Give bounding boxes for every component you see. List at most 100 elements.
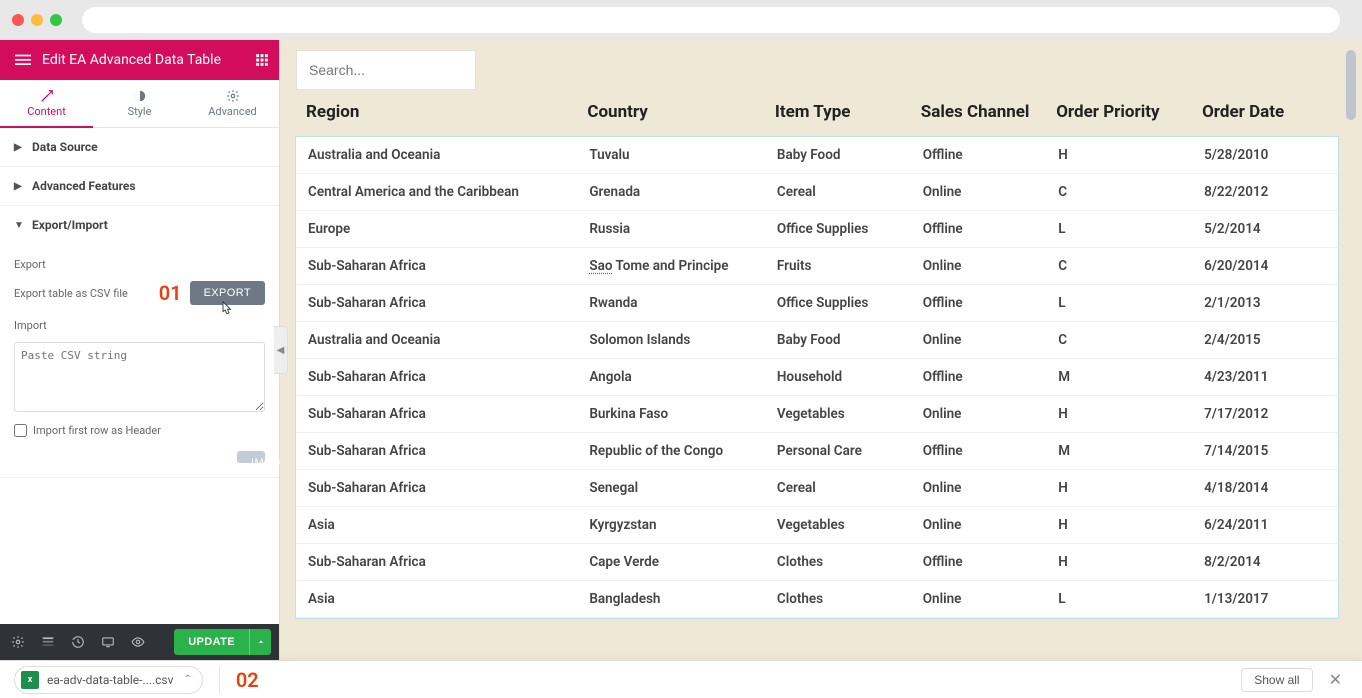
scrollbar-thumb[interactable] (1346, 50, 1356, 120)
tab-style[interactable]: Style (93, 80, 186, 127)
accordion-toggle-data-source[interactable]: ▶ Data Source (0, 128, 279, 166)
data-table-wrap: Region Country Item Type Sales Channel O… (296, 90, 1338, 618)
menu-icon[interactable] (10, 52, 36, 68)
cell-region: Asia (296, 507, 577, 544)
cell-country: Senegal (577, 470, 765, 507)
collapse-sidebar-handle[interactable]: ◀ (274, 326, 288, 374)
cell-item-type: Office Supplies (765, 285, 911, 322)
download-chip[interactable]: x ea-adv-data-table-....csv ⌃ (14, 666, 203, 694)
accordion-toggle-export-import[interactable]: ▼ Export/Import (0, 206, 279, 244)
close-window-button[interactable] (12, 14, 24, 26)
table-row[interactable]: EuropeRussiaOffice SuppliesOfflineL5/2/2… (296, 211, 1338, 248)
cell-country: Republic of the Congo (577, 433, 765, 470)
import-header-checkbox-row[interactable]: Import first row as Header (14, 424, 265, 437)
export-button[interactable]: EXPORT (190, 281, 265, 305)
cell-item-type: Fruits (765, 248, 911, 285)
cell-country: Cape Verde (577, 544, 765, 581)
cell-order-date: 4/23/2011 (1192, 359, 1338, 396)
accordion-data-source: ▶ Data Source (0, 128, 279, 167)
accordion-toggle-advanced-features[interactable]: ▶ Advanced Features (0, 167, 279, 205)
cell-item-type: Personal Care (765, 433, 911, 470)
update-button[interactable]: UPDATE (174, 629, 249, 655)
cell-country: Kyrgyzstan (577, 507, 765, 544)
history-icon[interactable] (68, 632, 88, 652)
cell-item-type: Baby Food (765, 137, 911, 174)
search-input[interactable] (309, 62, 463, 78)
accordion-label: Export/Import (32, 218, 108, 232)
accordion-label: Data Source (32, 140, 98, 154)
cell-country: Sao Tome and Principe (577, 248, 765, 285)
cell-country: Bangladesh (577, 581, 765, 618)
col-header-region[interactable]: Region (296, 90, 577, 137)
url-bar[interactable] (82, 7, 1340, 33)
table-row[interactable]: Australia and OceaniaSolomon IslandsBaby… (296, 322, 1338, 359)
table-row[interactable]: AsiaBangladeshClothesOnlineL1/13/2017 (296, 581, 1338, 618)
table-row[interactable]: Sub-Saharan AfricaSenegalCerealOnlineH4/… (296, 470, 1338, 507)
update-options-button[interactable] (249, 629, 271, 655)
export-hint: Export table as CSV file (14, 287, 128, 300)
cell-item-type: Clothes (765, 581, 911, 618)
import-heading: Import (14, 319, 265, 332)
col-header-order-priority[interactable]: Order Priority (1046, 90, 1192, 137)
cell-order-priority: H (1046, 507, 1192, 544)
tab-content[interactable]: Content (0, 80, 93, 127)
cell-order-priority: H (1046, 137, 1192, 174)
cell-item-type: Office Supplies (765, 211, 911, 248)
cell-sales-channel: Online (911, 248, 1046, 285)
navigator-icon[interactable] (38, 632, 58, 652)
settings-icon[interactable] (8, 632, 28, 652)
window-controls (12, 14, 62, 26)
cell-order-date: 5/28/2010 (1192, 137, 1338, 174)
tab-advanced[interactable]: Advanced (186, 80, 279, 127)
chevron-up-icon: ⌃ (183, 674, 191, 685)
close-download-bar-button[interactable]: ✕ (1323, 666, 1348, 693)
table-row[interactable]: Sub-Saharan AfricaRepublic of the CongoP… (296, 433, 1338, 470)
cell-sales-channel: Offline (911, 285, 1046, 322)
import-csv-textarea[interactable] (14, 342, 265, 412)
cell-order-date: 4/18/2014 (1192, 470, 1338, 507)
col-header-country[interactable]: Country (577, 90, 765, 137)
cell-item-type: Clothes (765, 544, 911, 581)
responsive-icon[interactable] (98, 632, 118, 652)
cell-sales-channel: Offline (911, 137, 1046, 174)
table-search-box[interactable] (296, 50, 476, 90)
tab-label: Style (128, 105, 152, 118)
cell-item-type: Cereal (765, 174, 911, 211)
chevron-down-icon: ▼ (14, 220, 24, 231)
table-row[interactable]: Sub-Saharan AfricaAngolaHouseholdOffline… (296, 359, 1338, 396)
apps-grid-icon[interactable] (243, 53, 269, 67)
download-filename: ea-adv-data-table-....csv (47, 673, 173, 687)
import-header-checkbox[interactable] (14, 424, 27, 437)
divider (219, 667, 220, 693)
col-header-order-date[interactable]: Order Date (1192, 90, 1338, 137)
table-row[interactable]: Central America and the CaribbeanGrenada… (296, 174, 1338, 211)
chevron-right-icon: ▶ (14, 142, 24, 153)
import-button[interactable]: IMPORT (237, 451, 265, 463)
cell-region: Sub-Saharan Africa (296, 396, 577, 433)
cell-country: Tuvalu (577, 137, 765, 174)
cell-item-type: Baby Food (765, 322, 911, 359)
cell-country: Solomon Islands (577, 322, 765, 359)
cell-country: Burkina Faso (577, 396, 765, 433)
table-row[interactable]: Sub-Saharan AfricaSao Tome and PrincipeF… (296, 248, 1338, 285)
table-row[interactable]: Australia and OceaniaTuvaluBaby FoodOffl… (296, 137, 1338, 174)
show-all-downloads-button[interactable]: Show all (1241, 668, 1312, 692)
cell-order-priority: C (1046, 322, 1192, 359)
table-row[interactable]: AsiaKyrgyzstanVegetablesOnlineH6/24/2011 (296, 507, 1338, 544)
table-row[interactable]: Sub-Saharan AfricaRwandaOffice SuppliesO… (296, 285, 1338, 322)
preview-icon[interactable] (128, 632, 148, 652)
cell-region: Sub-Saharan Africa (296, 470, 577, 507)
editor-sidebar: Edit EA Advanced Data Table Content Styl… (0, 40, 280, 660)
tab-label: Advanced (208, 105, 256, 118)
minimize-window-button[interactable] (31, 14, 43, 26)
cell-region: Sub-Saharan Africa (296, 285, 577, 322)
cell-item-type: Vegetables (765, 396, 911, 433)
table-row[interactable]: Sub-Saharan AfricaBurkina FasoVegetables… (296, 396, 1338, 433)
data-table: Region Country Item Type Sales Channel O… (296, 90, 1338, 618)
col-header-sales-channel[interactable]: Sales Channel (911, 90, 1046, 137)
maximize-window-button[interactable] (50, 14, 62, 26)
col-header-item-type[interactable]: Item Type (765, 90, 911, 137)
cell-country: Angola (577, 359, 765, 396)
download-bar: x ea-adv-data-table-....csv ⌃ 02 Show al… (0, 660, 1362, 698)
table-row[interactable]: Sub-Saharan AfricaCape VerdeClothesOffli… (296, 544, 1338, 581)
